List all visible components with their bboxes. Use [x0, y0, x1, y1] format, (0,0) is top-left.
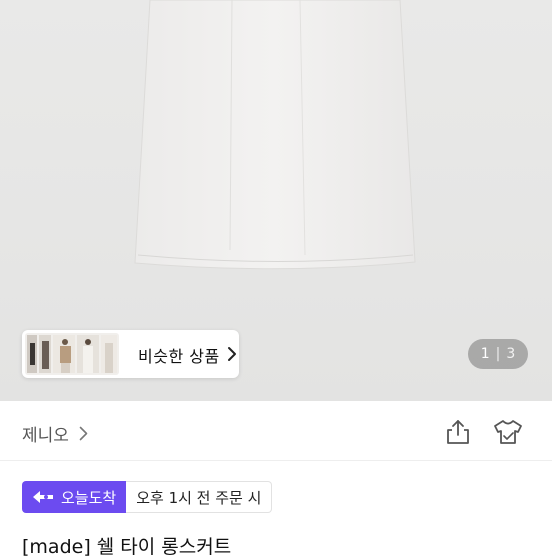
page-separator: |: [495, 346, 501, 362]
similar-products-label: 비슷한 상품: [138, 347, 220, 366]
chevron-right-icon: [79, 426, 88, 441]
delivery-badge: 오늘도착 오후 1시 전 주문 시: [22, 481, 273, 513]
today-delivery-label: 오늘도착: [61, 488, 117, 507]
delivery-condition: 오후 1시 전 주문 시: [126, 481, 273, 513]
seller-link[interactable]: 제니오: [22, 421, 88, 446]
page-current: 1: [480, 346, 490, 362]
page-total: 3: [506, 346, 516, 362]
seller-name: 제니오: [22, 426, 69, 446]
today-delivery-badge: 오늘도착: [22, 481, 127, 513]
image-page-indicator: 1 | 3: [468, 339, 528, 369]
similar-products-button[interactable]: 비슷한 상품: [22, 330, 239, 378]
share-icon[interactable]: [444, 418, 472, 446]
chevron-right-icon: [228, 347, 236, 361]
product-image-gallery[interactable]: 비슷한 상품 1 | 3: [0, 0, 552, 401]
section-divider: [0, 460, 552, 461]
clothes-hanger-icon[interactable]: [492, 418, 524, 446]
fast-delivery-icon: [33, 491, 53, 503]
product-title: [made] 쉘 타이 롱스커트: [22, 536, 232, 558]
similar-products-thumbnail: [25, 333, 119, 375]
